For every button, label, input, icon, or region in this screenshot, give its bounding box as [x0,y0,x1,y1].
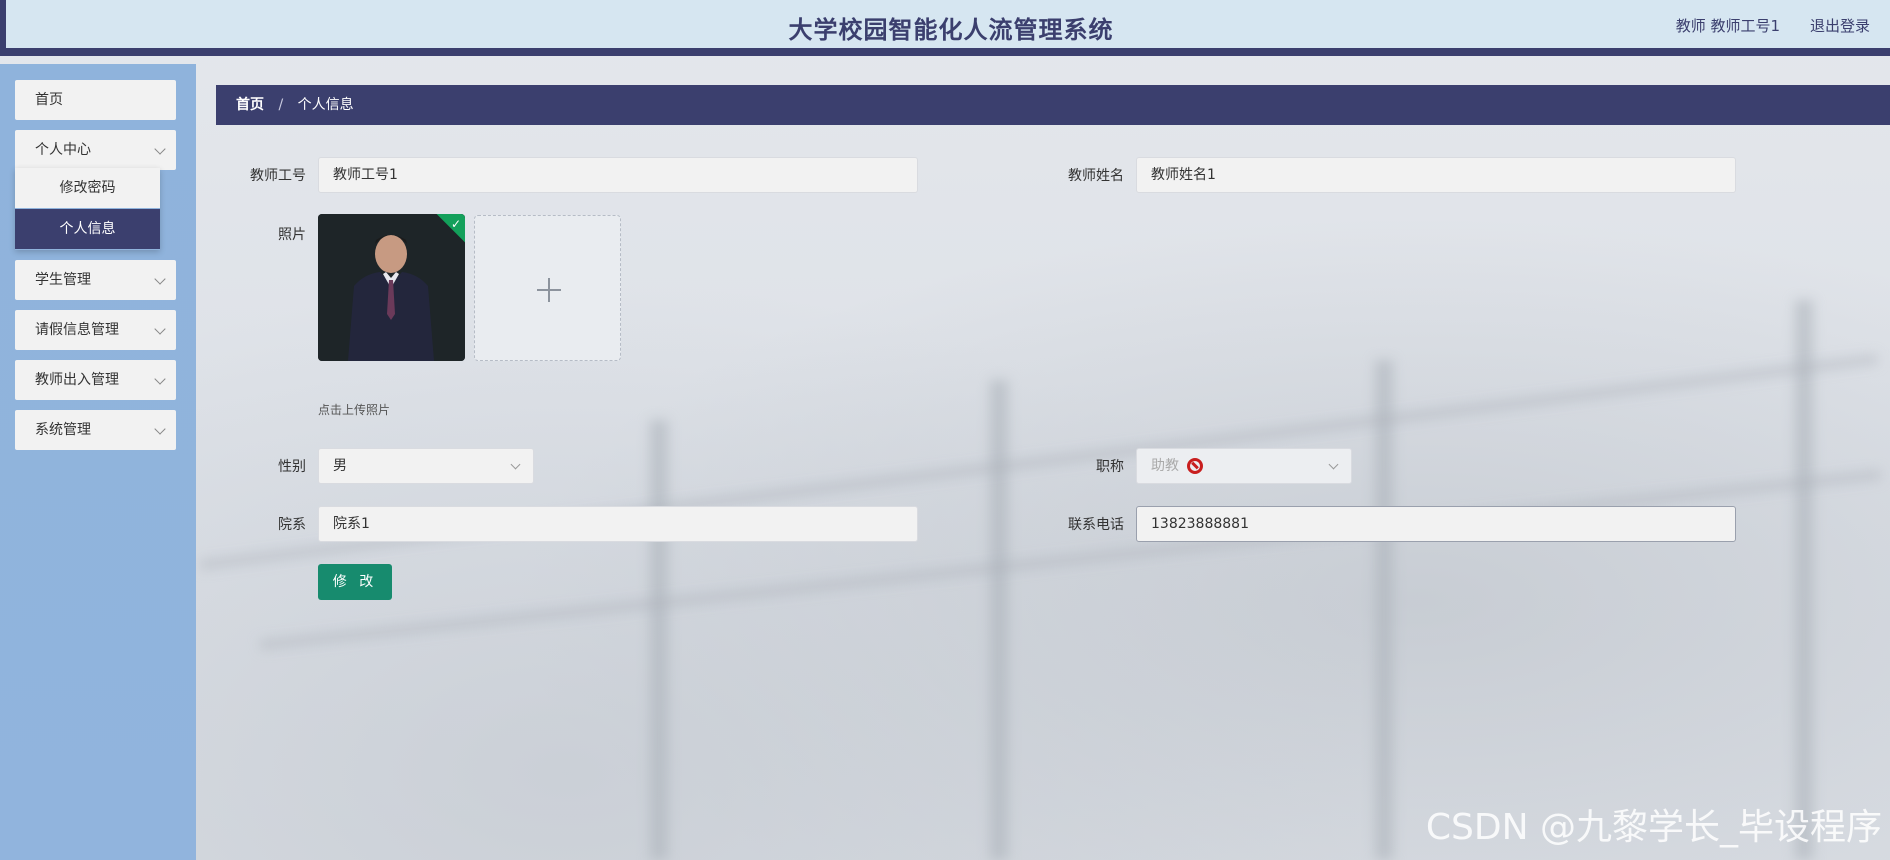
current-user: 教师 教师工号1 [1675,17,1780,35]
title-select: 助教 [1136,448,1352,484]
breadcrumb-separator: / [278,97,284,113]
sidebar-item-label: 个人中心 [35,142,91,158]
app-title: 大学校园智能化人流管理系统 [788,16,1114,44]
photo-label: 照片 [278,227,306,243]
department-label: 院系 [278,517,306,533]
sidebar-item-student-management[interactable]: 学生管理 [15,260,176,300]
submenu-item-change-password[interactable]: 修改密码 [15,168,160,208]
breadcrumb-current: 个人信息 [297,97,354,113]
submenu-item-personal-info[interactable]: 个人信息 [15,209,160,249]
teacher-photo[interactable]: ✓ [318,214,465,361]
chevron-down-icon [154,143,166,155]
check-icon: ✓ [450,217,461,231]
top-header: 大学校园智能化人流管理系统 教师 教师工号1 退出登录 [0,0,1890,56]
upload-photo-button[interactable] [474,215,621,361]
upload-hint: 点击上传照片 [318,403,391,417]
watermark: CSDN @九黎学长_毕设程序 [1425,807,1882,848]
sidebar-item-label: 系统管理 [35,422,91,438]
sidebar-item-label: 学生管理 [35,272,91,288]
phone-label: 联系电话 [1068,517,1124,533]
breadcrumb-home[interactable]: 首页 [236,97,264,113]
gender-value: 男 [333,458,347,474]
modify-button[interactable]: 修 改 [318,564,392,600]
chevron-down-icon [154,273,166,285]
title-value: 助教 [1151,458,1179,474]
teacher-id-field[interactable]: 教师工号1 [318,157,918,193]
gender-select[interactable]: 男 [318,448,534,484]
not-allowed-icon [1187,458,1204,474]
sidebar-item-label: 教师出入管理 [35,372,119,388]
plus-icon [537,278,561,302]
teacher-name-field[interactable]: 教师姓名1 [1136,157,1736,193]
personal-center-submenu: 修改密码 个人信息 [15,168,160,250]
chevron-down-icon [510,459,521,470]
logout-link[interactable]: 退出登录 [1810,15,1870,36]
main-content: 首页 / 个人信息 教师工号 教师工号1 教师姓名 教师姓名1 照片 ✓ 点击上… [196,64,1890,860]
teacher-id-label: 教师工号 [250,168,306,184]
sidebar-item-label: 首页 [35,92,63,108]
department-field[interactable]: 院系1 [318,506,918,542]
sidebar-item-system-management[interactable]: 系统管理 [15,410,176,450]
chevron-down-icon [154,423,166,435]
breadcrumb: 首页 / 个人信息 [216,85,1890,125]
title-label: 职称 [1096,459,1124,475]
sidebar-item-leave-management[interactable]: 请假信息管理 [15,310,176,350]
portrait-image [318,214,465,361]
sidebar-item-teacher-access[interactable]: 教师出入管理 [15,360,176,400]
chevron-down-icon [154,373,166,385]
gender-label: 性别 [278,459,306,475]
sidebar-item-label: 请假信息管理 [35,322,119,338]
sidebar-item-personal-center[interactable]: 个人中心 [15,130,176,170]
teacher-name-label: 教师姓名 [1068,168,1124,184]
chevron-down-icon [1328,459,1339,470]
phone-field[interactable]: 13823888881 [1136,506,1736,542]
chevron-down-icon [154,323,166,335]
sidebar-item-home[interactable]: 首页 [15,80,176,120]
